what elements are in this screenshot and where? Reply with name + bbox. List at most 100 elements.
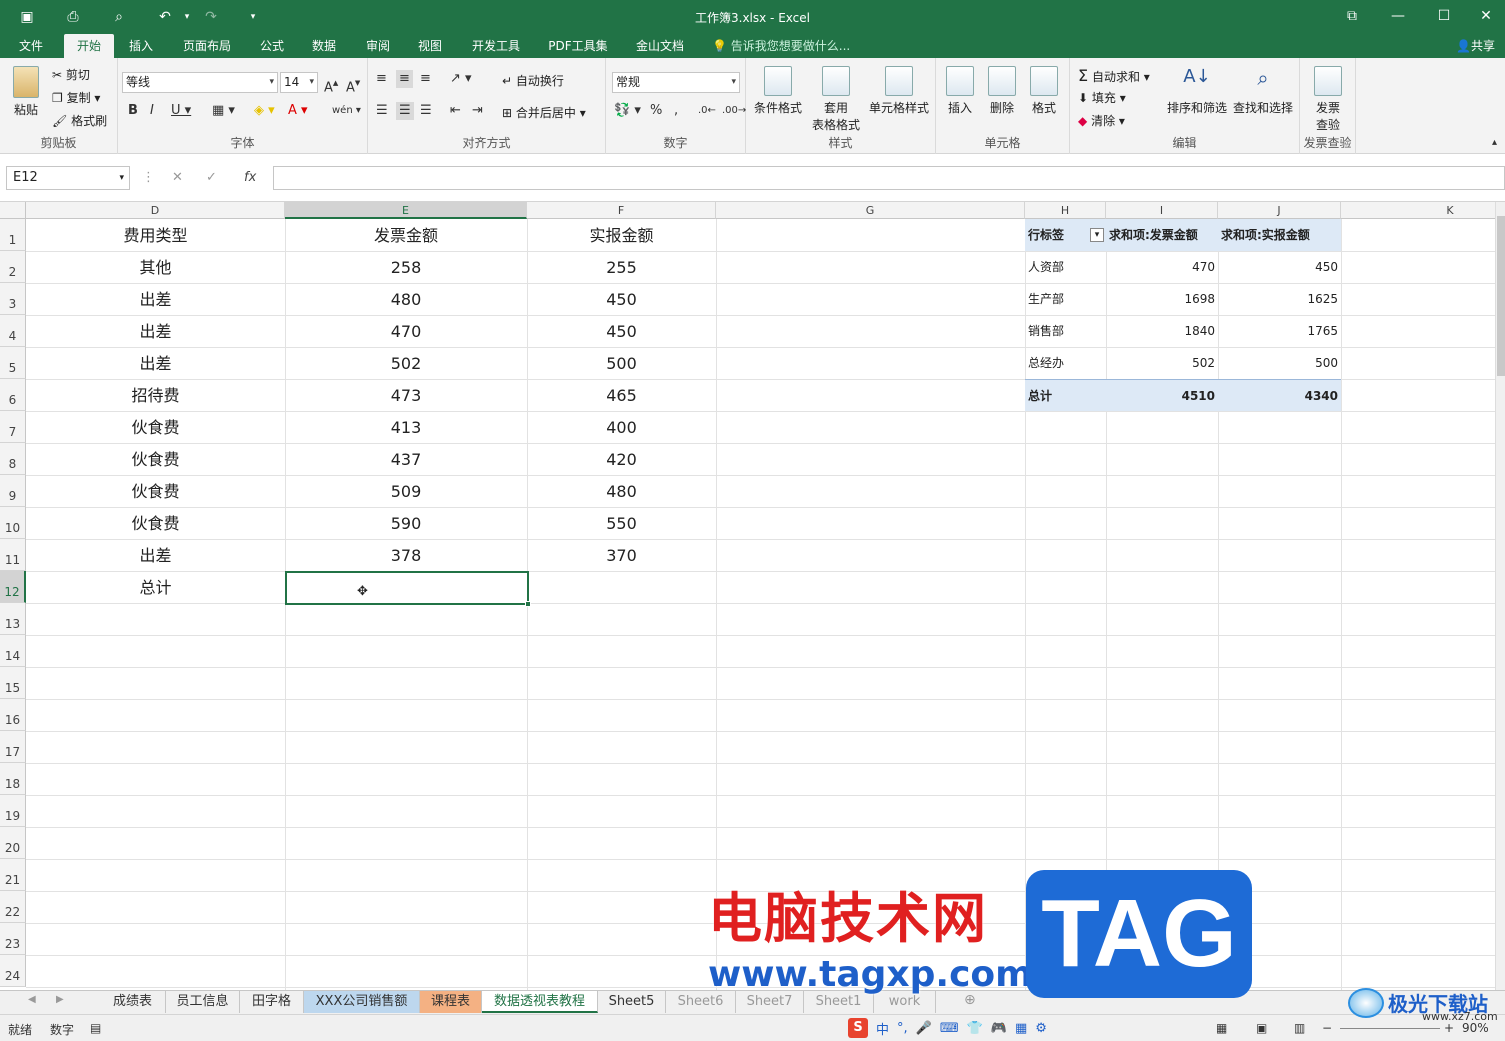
invoice-check-button[interactable]: 发票 查验 — [1306, 66, 1350, 133]
column-header-E[interactable]: E — [285, 202, 527, 219]
zoom-level[interactable]: 90% — [1462, 1021, 1489, 1035]
font-color-icon[interactable]: A ▾ — [288, 102, 308, 120]
add-sheet-icon[interactable]: ⊕ — [964, 992, 976, 1008]
table-cell[interactable]: 400 — [527, 411, 716, 443]
align-bottom-icon[interactable]: ≡ — [420, 70, 431, 88]
table-cell[interactable]: 500 — [527, 347, 716, 379]
table-header-cell[interactable]: 实报金额 — [527, 219, 716, 251]
fill-button[interactable]: ⬇ 填充 ▾ — [1078, 89, 1126, 106]
table-cell[interactable]: 258 — [285, 251, 527, 283]
row-header-5[interactable]: 5 — [0, 347, 26, 379]
vertical-scrollbar[interactable] — [1495, 202, 1505, 990]
pivot-cell[interactable]: 470 — [1106, 251, 1218, 283]
scroll-thumb[interactable] — [1497, 216, 1505, 376]
table-cell[interactable]: 伙食费 — [26, 507, 285, 539]
table-cell[interactable]: 413 — [285, 411, 527, 443]
table-cell[interactable]: 480 — [527, 475, 716, 507]
table-cell[interactable]: 509 — [285, 475, 527, 507]
tab-home[interactable]: 开始 — [64, 34, 114, 58]
font-size-select[interactable]: 14 ▾ — [280, 72, 318, 93]
column-header-I[interactable]: I — [1106, 202, 1218, 219]
cancel-icon[interactable]: ✕ — [172, 166, 183, 190]
decrease-indent-icon[interactable]: ⇤ — [450, 102, 461, 120]
maximize-icon[interactable]: ☐ — [1424, 4, 1464, 28]
ribbon-display-icon[interactable]: ⧉ — [1332, 4, 1372, 28]
zoom-in-icon[interactable]: + — [1444, 1021, 1454, 1035]
pivot-cell[interactable]: 人资部 — [1025, 251, 1106, 283]
decrease-decimal-icon[interactable]: .00→ — [722, 102, 746, 120]
row-header-9[interactable]: 9 — [0, 475, 26, 507]
pivot-cell[interactable]: 销售部 — [1025, 315, 1106, 347]
italic-icon[interactable]: I — [150, 102, 154, 120]
increase-font-icon[interactable]: A▴ — [324, 74, 338, 97]
row-header-14[interactable]: 14 — [0, 635, 26, 667]
orientation-icon[interactable]: ↗ ▾ — [450, 70, 472, 88]
pivot-total-cell[interactable]: 总计 — [1025, 379, 1106, 411]
table-cell[interactable]: 出差 — [26, 539, 285, 571]
tab-pdf-tools[interactable]: PDF工具集 — [542, 34, 614, 58]
table-header-cell[interactable]: 发票金额 — [285, 219, 527, 251]
row-header-20[interactable]: 20 — [0, 827, 26, 859]
format-as-table-button[interactable]: 套用 表格格式 — [806, 66, 866, 133]
selected-cell-E12[interactable] — [285, 571, 531, 607]
column-header-D[interactable]: D — [26, 202, 285, 219]
sheet-tab[interactable]: 课程表 — [420, 991, 482, 1013]
formula-input[interactable] — [273, 166, 1505, 190]
table-cell[interactable]: 473 — [285, 379, 527, 411]
row-header-10[interactable]: 10 — [0, 507, 26, 539]
pivot-total-cell[interactable]: 4510 — [1106, 379, 1218, 411]
border-icon[interactable]: ▦ ▾ — [212, 102, 235, 120]
sheet-tab[interactable]: 数据透视表教程 — [482, 991, 598, 1013]
table-cell[interactable]: 其他 — [26, 251, 285, 283]
row-header-11[interactable]: 11 — [0, 539, 26, 571]
increase-indent-icon[interactable]: ⇥ — [472, 102, 483, 120]
format-painter-button[interactable]: 🖌 格式刷 — [52, 112, 107, 129]
align-center-icon[interactable]: ☰ — [396, 102, 414, 120]
column-header-F[interactable]: F — [527, 202, 716, 219]
align-middle-icon[interactable]: ≡ — [396, 70, 413, 88]
table-cell[interactable]: 470 — [285, 315, 527, 347]
fill-handle[interactable] — [525, 601, 531, 607]
table-cell[interactable]: 255 — [527, 251, 716, 283]
pivot-cell[interactable]: 1625 — [1218, 283, 1341, 315]
merge-center-button[interactable]: ⊞ 合并后居中 ▾ — [502, 104, 586, 121]
table-cell[interactable]: 437 — [285, 443, 527, 475]
accounting-icon[interactable]: 💱 ▾ — [614, 102, 641, 120]
table-cell[interactable]: 480 — [285, 283, 527, 315]
row-header-3[interactable]: 3 — [0, 283, 26, 315]
table-cell[interactable]: 出差 — [26, 283, 285, 315]
cell-styles-button[interactable]: 单元格样式 — [866, 66, 932, 116]
autosum-button[interactable]: Σ 自动求和 ▾ — [1078, 66, 1150, 85]
name-box[interactable]: E12 ▾ — [6, 166, 130, 190]
worksheet-grid[interactable]: DEFGHIJK 1 2 3 4 5 6 7 8 9 10 11 12 13 14 15 16 17 18 19 20… — [0, 202, 1495, 990]
tab-view[interactable]: 视图 — [410, 34, 450, 58]
gamepad-icon[interactable]: 🎮 — [991, 1021, 1007, 1036]
column-header-G[interactable]: G — [716, 202, 1025, 219]
row-header-17[interactable]: 17 — [0, 731, 26, 763]
find-select-button[interactable]: ⌕ 查找和选择 — [1230, 66, 1296, 116]
row-header-16[interactable]: 16 — [0, 699, 26, 731]
collapse-ribbon-icon[interactable]: ▴ — [1492, 134, 1497, 152]
table-cell[interactable]: 420 — [527, 443, 716, 475]
shirt-icon[interactable]: 👕 — [967, 1021, 983, 1036]
pivot-cell[interactable]: 500 — [1218, 347, 1341, 379]
macro-icon[interactable]: ▤ — [90, 1021, 101, 1035]
pivot-header-cell[interactable]: 行标签 ▾ — [1025, 219, 1106, 251]
row-header-19[interactable]: 19 — [0, 795, 26, 827]
sheet-tab[interactable]: XXX公司销售额 — [304, 991, 420, 1013]
minimize-icon[interactable]: — — [1378, 4, 1418, 28]
row-header-1[interactable]: 1 — [0, 219, 26, 251]
table-cell[interactable]: 伙食费 — [26, 475, 285, 507]
clear-button[interactable]: ◆ 清除 ▾ — [1078, 112, 1125, 129]
pivot-cell[interactable]: 502 — [1106, 347, 1218, 379]
table-cell[interactable]: 出差 — [26, 315, 285, 347]
percent-icon[interactable]: % — [650, 102, 662, 120]
row-header-12[interactable]: 12 — [0, 571, 26, 603]
delete-cells-button[interactable]: 删除 — [984, 66, 1020, 116]
insert-function-icon[interactable]: fx — [244, 166, 256, 190]
conditional-format-button[interactable]: 条件格式 — [750, 66, 806, 116]
row-header-15[interactable]: 15 — [0, 667, 26, 699]
row-header-23[interactable]: 23 — [0, 923, 26, 955]
table-cell[interactable]: 招待费 — [26, 379, 285, 411]
column-header-K[interactable]: K — [1341, 202, 1495, 219]
